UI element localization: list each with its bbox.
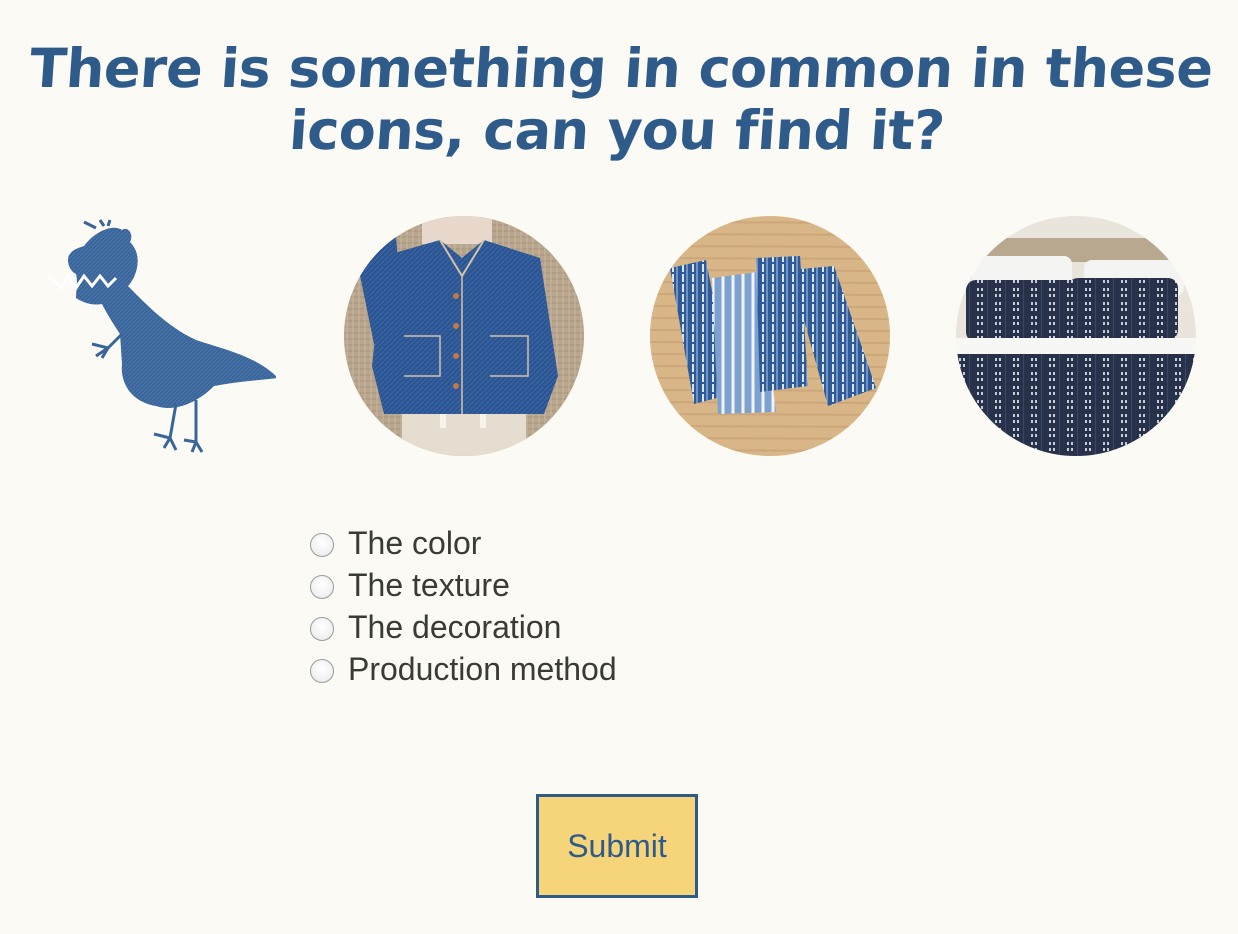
option-label: The color [348,525,482,561]
option-production-method[interactable]: Production method [310,648,617,690]
option-color[interactable]: The color [310,522,617,564]
denim-dinosaur-icon [36,216,278,456]
option-label: The texture [348,567,510,603]
answer-options: The color The texture The decoration Pro… [310,522,617,690]
indigo-bedding-image [956,216,1196,456]
radio-button[interactable] [310,575,334,599]
radio-button[interactable] [310,533,334,557]
option-decoration[interactable]: The decoration [310,606,617,648]
option-texture[interactable]: The texture [310,564,617,606]
radio-button[interactable] [310,659,334,683]
radio-button[interactable] [310,617,334,641]
question-title: There is something in common in these ic… [27,37,1215,162]
option-label: Production method [348,651,617,687]
icon-row [0,216,1238,461]
option-label: The decoration [348,609,562,645]
striped-napkins-image [650,216,890,456]
denim-jacket-image [344,216,584,456]
submit-button[interactable]: Submit [536,794,698,898]
